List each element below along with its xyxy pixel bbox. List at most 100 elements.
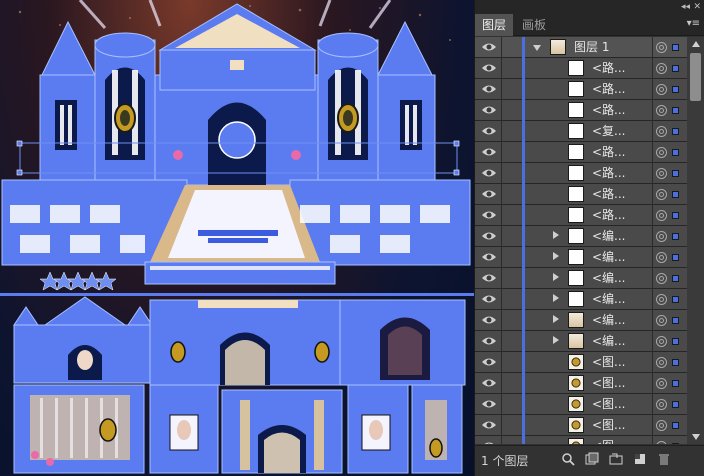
sublayer-row[interactable]: <编... <box>475 331 687 352</box>
selection-square-icon[interactable] <box>672 65 679 72</box>
target-circle-icon[interactable] <box>656 273 667 284</box>
collapse-panel-icon[interactable]: ◂◂ <box>681 0 690 14</box>
target-circle-icon[interactable] <box>656 231 667 242</box>
target-circle-icon[interactable] <box>656 84 667 95</box>
sublayer-row[interactable]: <路... <box>475 142 687 163</box>
layer-list-scrollbar[interactable] <box>687 37 704 444</box>
visibility-eye-icon[interactable] <box>481 356 497 368</box>
visibility-eye-icon[interactable] <box>481 230 497 242</box>
sublayer-row[interactable]: <路... <box>475 163 687 184</box>
layer-name[interactable]: <路... <box>592 100 626 121</box>
layer-name[interactable]: <编... <box>592 226 626 247</box>
target-circle-icon[interactable] <box>656 357 667 368</box>
visibility-eye-icon[interactable] <box>481 125 497 137</box>
sublayer-row[interactable]: <路... <box>475 205 687 226</box>
artboard-canvas[interactable] <box>0 0 474 476</box>
visibility-eye-icon[interactable] <box>481 188 497 200</box>
tab-artboards[interactable]: 画板 <box>515 14 553 36</box>
layer-name[interactable]: <路... <box>592 163 626 184</box>
sublayer-row[interactable]: <编... <box>475 226 687 247</box>
expand-toggle-icon[interactable] <box>553 336 559 344</box>
visibility-eye-icon[interactable] <box>481 440 497 444</box>
target-circle-icon[interactable] <box>656 399 667 410</box>
layer-name[interactable]: <复... <box>592 121 626 142</box>
selection-square-icon[interactable] <box>672 86 679 93</box>
target-circle-icon[interactable] <box>656 315 667 326</box>
target-circle-icon[interactable] <box>656 42 667 53</box>
selection-square-icon[interactable] <box>672 359 679 366</box>
make-clipping-mask-icon[interactable] <box>585 452 599 466</box>
locate-object-icon[interactable] <box>561 452 575 466</box>
visibility-eye-icon[interactable] <box>481 167 497 179</box>
visibility-eye-icon[interactable] <box>481 335 497 347</box>
layer-name[interactable]: <路... <box>592 205 626 226</box>
layer-name[interactable]: <编... <box>592 247 626 268</box>
target-circle-icon[interactable] <box>656 63 667 74</box>
visibility-eye-icon[interactable] <box>481 104 497 116</box>
target-circle-icon[interactable] <box>656 420 667 431</box>
panel-menu-icon[interactable]: ▾≡ <box>687 18 700 29</box>
expand-toggle-icon[interactable] <box>553 252 559 260</box>
sublayer-row[interactable]: <路... <box>475 79 687 100</box>
layer-name[interactable]: <编... <box>592 268 626 289</box>
sublayer-row[interactable]: <图... <box>475 415 687 436</box>
target-circle-icon[interactable] <box>656 378 667 389</box>
sublayer-row[interactable]: <编... <box>475 268 687 289</box>
expand-toggle-icon[interactable] <box>553 273 559 281</box>
target-circle-icon[interactable] <box>656 252 667 263</box>
layer-name[interactable]: <图... <box>592 394 626 415</box>
layer-name[interactable]: <路... <box>592 142 626 163</box>
selection-square-icon[interactable] <box>672 338 679 345</box>
visibility-eye-icon[interactable] <box>481 398 497 410</box>
selection-square-icon[interactable] <box>672 401 679 408</box>
target-circle-icon[interactable] <box>656 147 667 158</box>
visibility-eye-icon[interactable] <box>481 272 497 284</box>
sublayer-row[interactable]: <图... <box>475 436 687 444</box>
visibility-eye-icon[interactable] <box>481 419 497 431</box>
layer-name[interactable]: <图... <box>592 352 626 373</box>
create-new-layer-icon[interactable] <box>633 452 647 466</box>
layer-name[interactable]: <图... <box>592 415 626 436</box>
expand-toggle-icon[interactable] <box>553 315 559 323</box>
target-circle-icon[interactable] <box>656 210 667 221</box>
expand-toggle-icon[interactable] <box>553 231 559 239</box>
target-circle-icon[interactable] <box>656 294 667 305</box>
create-sublayer-icon[interactable] <box>609 452 623 466</box>
visibility-eye-icon[interactable] <box>481 146 497 158</box>
sublayer-row[interactable]: <编... <box>475 247 687 268</box>
expand-toggle-icon[interactable] <box>553 294 559 302</box>
visibility-eye-icon[interactable] <box>481 62 497 74</box>
target-circle-icon[interactable] <box>656 189 667 200</box>
visibility-eye-icon[interactable] <box>481 314 497 326</box>
selection-square-icon[interactable] <box>672 44 679 51</box>
expand-toggle-icon[interactable] <box>533 45 541 51</box>
target-circle-icon[interactable] <box>656 336 667 347</box>
selection-square-icon[interactable] <box>672 128 679 135</box>
layer-name[interactable]: <图... <box>592 373 626 394</box>
selection-square-icon[interactable] <box>672 107 679 114</box>
target-circle-icon[interactable] <box>656 126 667 137</box>
selection-square-icon[interactable] <box>672 233 679 240</box>
sublayer-row[interactable]: <路... <box>475 184 687 205</box>
selection-square-icon[interactable] <box>672 317 679 324</box>
sublayer-row[interactable]: <编... <box>475 289 687 310</box>
layer-name[interactable]: 图层 1 <box>574 37 609 58</box>
selection-square-icon[interactable] <box>672 254 679 261</box>
scrollbar-thumb[interactable] <box>690 53 701 101</box>
layer-name[interactable]: <路... <box>592 58 626 79</box>
target-circle-icon[interactable] <box>656 105 667 116</box>
selection-square-icon[interactable] <box>672 191 679 198</box>
layer-name[interactable]: <编... <box>592 289 626 310</box>
layer-name[interactable]: <路... <box>592 79 626 100</box>
selection-square-icon[interactable] <box>672 149 679 156</box>
visibility-eye-icon[interactable] <box>481 293 497 305</box>
layer-name[interactable]: <编... <box>592 331 626 352</box>
scroll-up-arrow-icon[interactable] <box>692 41 700 47</box>
layer-name[interactable]: <图... <box>592 436 626 444</box>
sublayer-row[interactable]: <编... <box>475 310 687 331</box>
selection-square-icon[interactable] <box>672 170 679 177</box>
sublayer-row[interactable]: <路... <box>475 58 687 79</box>
selection-square-icon[interactable] <box>672 275 679 282</box>
visibility-eye-icon[interactable] <box>481 83 497 95</box>
visibility-eye-icon[interactable] <box>481 41 497 53</box>
